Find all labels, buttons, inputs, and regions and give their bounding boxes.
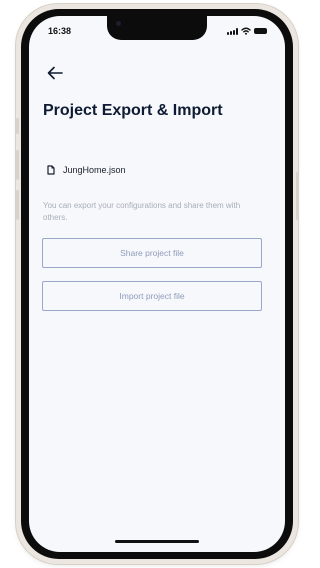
page-title: Project Export & Import bbox=[43, 102, 223, 119]
file-row: JungHome.json bbox=[47, 165, 126, 175]
camera-icon bbox=[116, 21, 121, 26]
notch bbox=[107, 16, 207, 40]
screenshot-canvas: 16:38 Project Export & Import JungHome.j… bbox=[0, 0, 315, 568]
share-project-file-button[interactable]: Share project file bbox=[42, 238, 262, 268]
arrow-left-icon[interactable] bbox=[46, 66, 64, 80]
description-text: You can export your configurations and s… bbox=[43, 201, 241, 222]
silent-switch bbox=[16, 118, 19, 134]
signal-icon bbox=[227, 27, 238, 35]
document-icon bbox=[47, 165, 55, 175]
volume-up-button bbox=[16, 150, 19, 180]
home-indicator[interactable] bbox=[115, 540, 199, 543]
status-icons bbox=[227, 27, 267, 35]
volume-down-button bbox=[16, 190, 19, 220]
power-button bbox=[296, 172, 299, 220]
wifi-icon bbox=[241, 27, 251, 35]
battery-icon bbox=[254, 28, 267, 34]
import-project-file-button[interactable]: Import project file bbox=[42, 281, 262, 311]
phone-screen: 16:38 Project Export & Import JungHome.j… bbox=[29, 16, 285, 552]
status-time: 16:38 bbox=[48, 26, 72, 36]
file-name: JungHome.json bbox=[63, 165, 126, 175]
